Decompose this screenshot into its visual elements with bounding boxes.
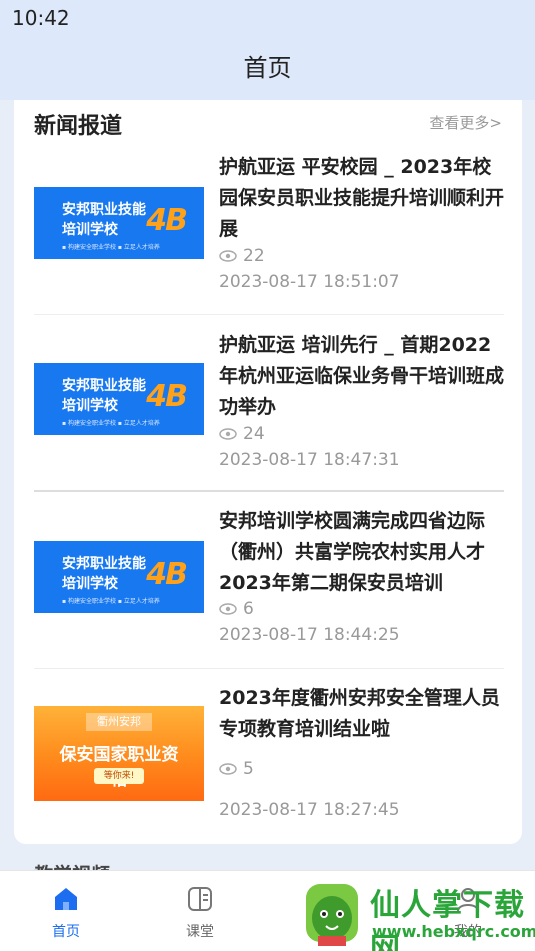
eye-icon	[219, 763, 237, 775]
thumb-text: 安邦职业技能	[62, 556, 146, 572]
news-date: 2023-08-17 18:47:31	[219, 450, 400, 470]
watermark-url: www.hebxqrc.com	[372, 922, 535, 941]
news-date: 2023-08-17 18:51:07	[219, 272, 400, 292]
view-count-value: 6	[243, 599, 254, 619]
thumb-text: 培训学校	[62, 576, 118, 592]
tab-label: 首页	[52, 924, 80, 940]
thumb-pill: 等你来!	[94, 768, 144, 784]
news-thumbnail: 安邦职业技能 培训学校 ▪ 构建安全职业学校 ▪ 立足人才培养 4B	[34, 541, 204, 613]
eye-icon	[219, 428, 237, 440]
logo-mark: 4B	[146, 379, 188, 414]
news-title[interactable]: 安邦培训学校圆满完成四省边际（衢州）共富学院农村实用人才2023年第二期保安员培…	[219, 506, 509, 599]
news-card: 新闻报道 查看更多> 安邦职业技能 培训学校 ▪ 构建安全职业学校 ▪ 立足人才…	[14, 100, 522, 844]
news-item[interactable]: 安邦职业技能 培训学校 ▪ 构建安全职业学校 ▪ 立足人才培养 4B 护航亚运 …	[34, 315, 504, 492]
view-more-link[interactable]: 查看更多>	[429, 112, 502, 133]
status-time: 10:42	[12, 6, 70, 30]
tab-home[interactable]: 首页	[26, 871, 106, 951]
tab-label: 课堂	[186, 924, 214, 940]
cactus-icon	[306, 884, 358, 946]
news-section-heading: 新闻报道	[34, 114, 123, 139]
view-count-value: 24	[243, 424, 265, 444]
view-count-value: 5	[243, 759, 254, 779]
thumb-subtext: ▪ 构建安全职业学校 ▪ 立足人才培养	[62, 598, 160, 605]
view-count-value: 22	[243, 246, 265, 266]
view-count: 5	[219, 759, 254, 779]
eye-icon	[219, 603, 237, 615]
news-thumbnail: 安邦职业技能 培训学校 ▪ 构建安全职业学校 ▪ 立足人才培养 4B	[34, 363, 204, 435]
thumb-tag: 衢州安邦	[86, 713, 152, 731]
home-icon	[55, 888, 77, 910]
app-bar: 首页	[0, 36, 535, 100]
thumb-subtext: ▪ 构建安全职业学校 ▪ 立足人才培养	[62, 244, 160, 251]
tab-classroom[interactable]: 课堂	[160, 871, 240, 951]
view-count: 6	[219, 599, 254, 619]
news-date: 2023-08-17 18:27:45	[219, 800, 400, 820]
news-item[interactable]: 衢州安邦 保安国家职业资格 等你来! 2023年度衢州安邦安全管理人员专项教育培…	[34, 669, 504, 839]
news-title[interactable]: 2023年度衢州安邦安全管理人员专项教育培训结业啦	[219, 683, 509, 745]
view-count: 24	[219, 424, 265, 444]
news-title[interactable]: 护航亚运 培训先行 _ 首期2022年杭州亚运临保业务骨干培训班成功举办	[219, 330, 509, 423]
view-count: 22	[219, 246, 265, 266]
news-item[interactable]: 安邦职业技能 培训学校 ▪ 构建安全职业学校 ▪ 立足人才培养 4B 安邦培训学…	[34, 492, 504, 669]
eye-icon	[219, 250, 237, 262]
news-thumbnail: 安邦职业技能 培训学校 ▪ 构建安全职业学校 ▪ 立足人才培养 4B	[34, 187, 204, 259]
news-thumbnail: 衢州安邦 保安国家职业资格 等你来!	[34, 706, 204, 801]
news-title[interactable]: 护航亚运 平安校园 _ 2023年校园保安员职业技能提升培训顺利开展	[219, 152, 509, 245]
book-icon	[188, 887, 212, 911]
logo-mark: 4B	[146, 203, 188, 238]
site-watermark: 仙人掌下载网 www.hebxqrc.com	[300, 878, 535, 951]
thumb-text: 安邦职业技能	[62, 202, 146, 218]
logo-mark: 4B	[146, 557, 188, 592]
thumb-text: 培训学校	[62, 222, 118, 238]
page-title: 首页	[243, 54, 292, 82]
status-bar: 10:42	[0, 0, 535, 36]
news-date: 2023-08-17 18:44:25	[219, 625, 400, 645]
thumb-text: 培训学校	[62, 398, 118, 414]
news-item[interactable]: 安邦职业技能 培训学校 ▪ 构建安全职业学校 ▪ 立足人才培养 4B 护航亚运 …	[34, 144, 504, 315]
thumb-subtext: ▪ 构建安全职业学校 ▪ 立足人才培养	[62, 420, 160, 427]
thumb-text: 安邦职业技能	[62, 378, 146, 394]
